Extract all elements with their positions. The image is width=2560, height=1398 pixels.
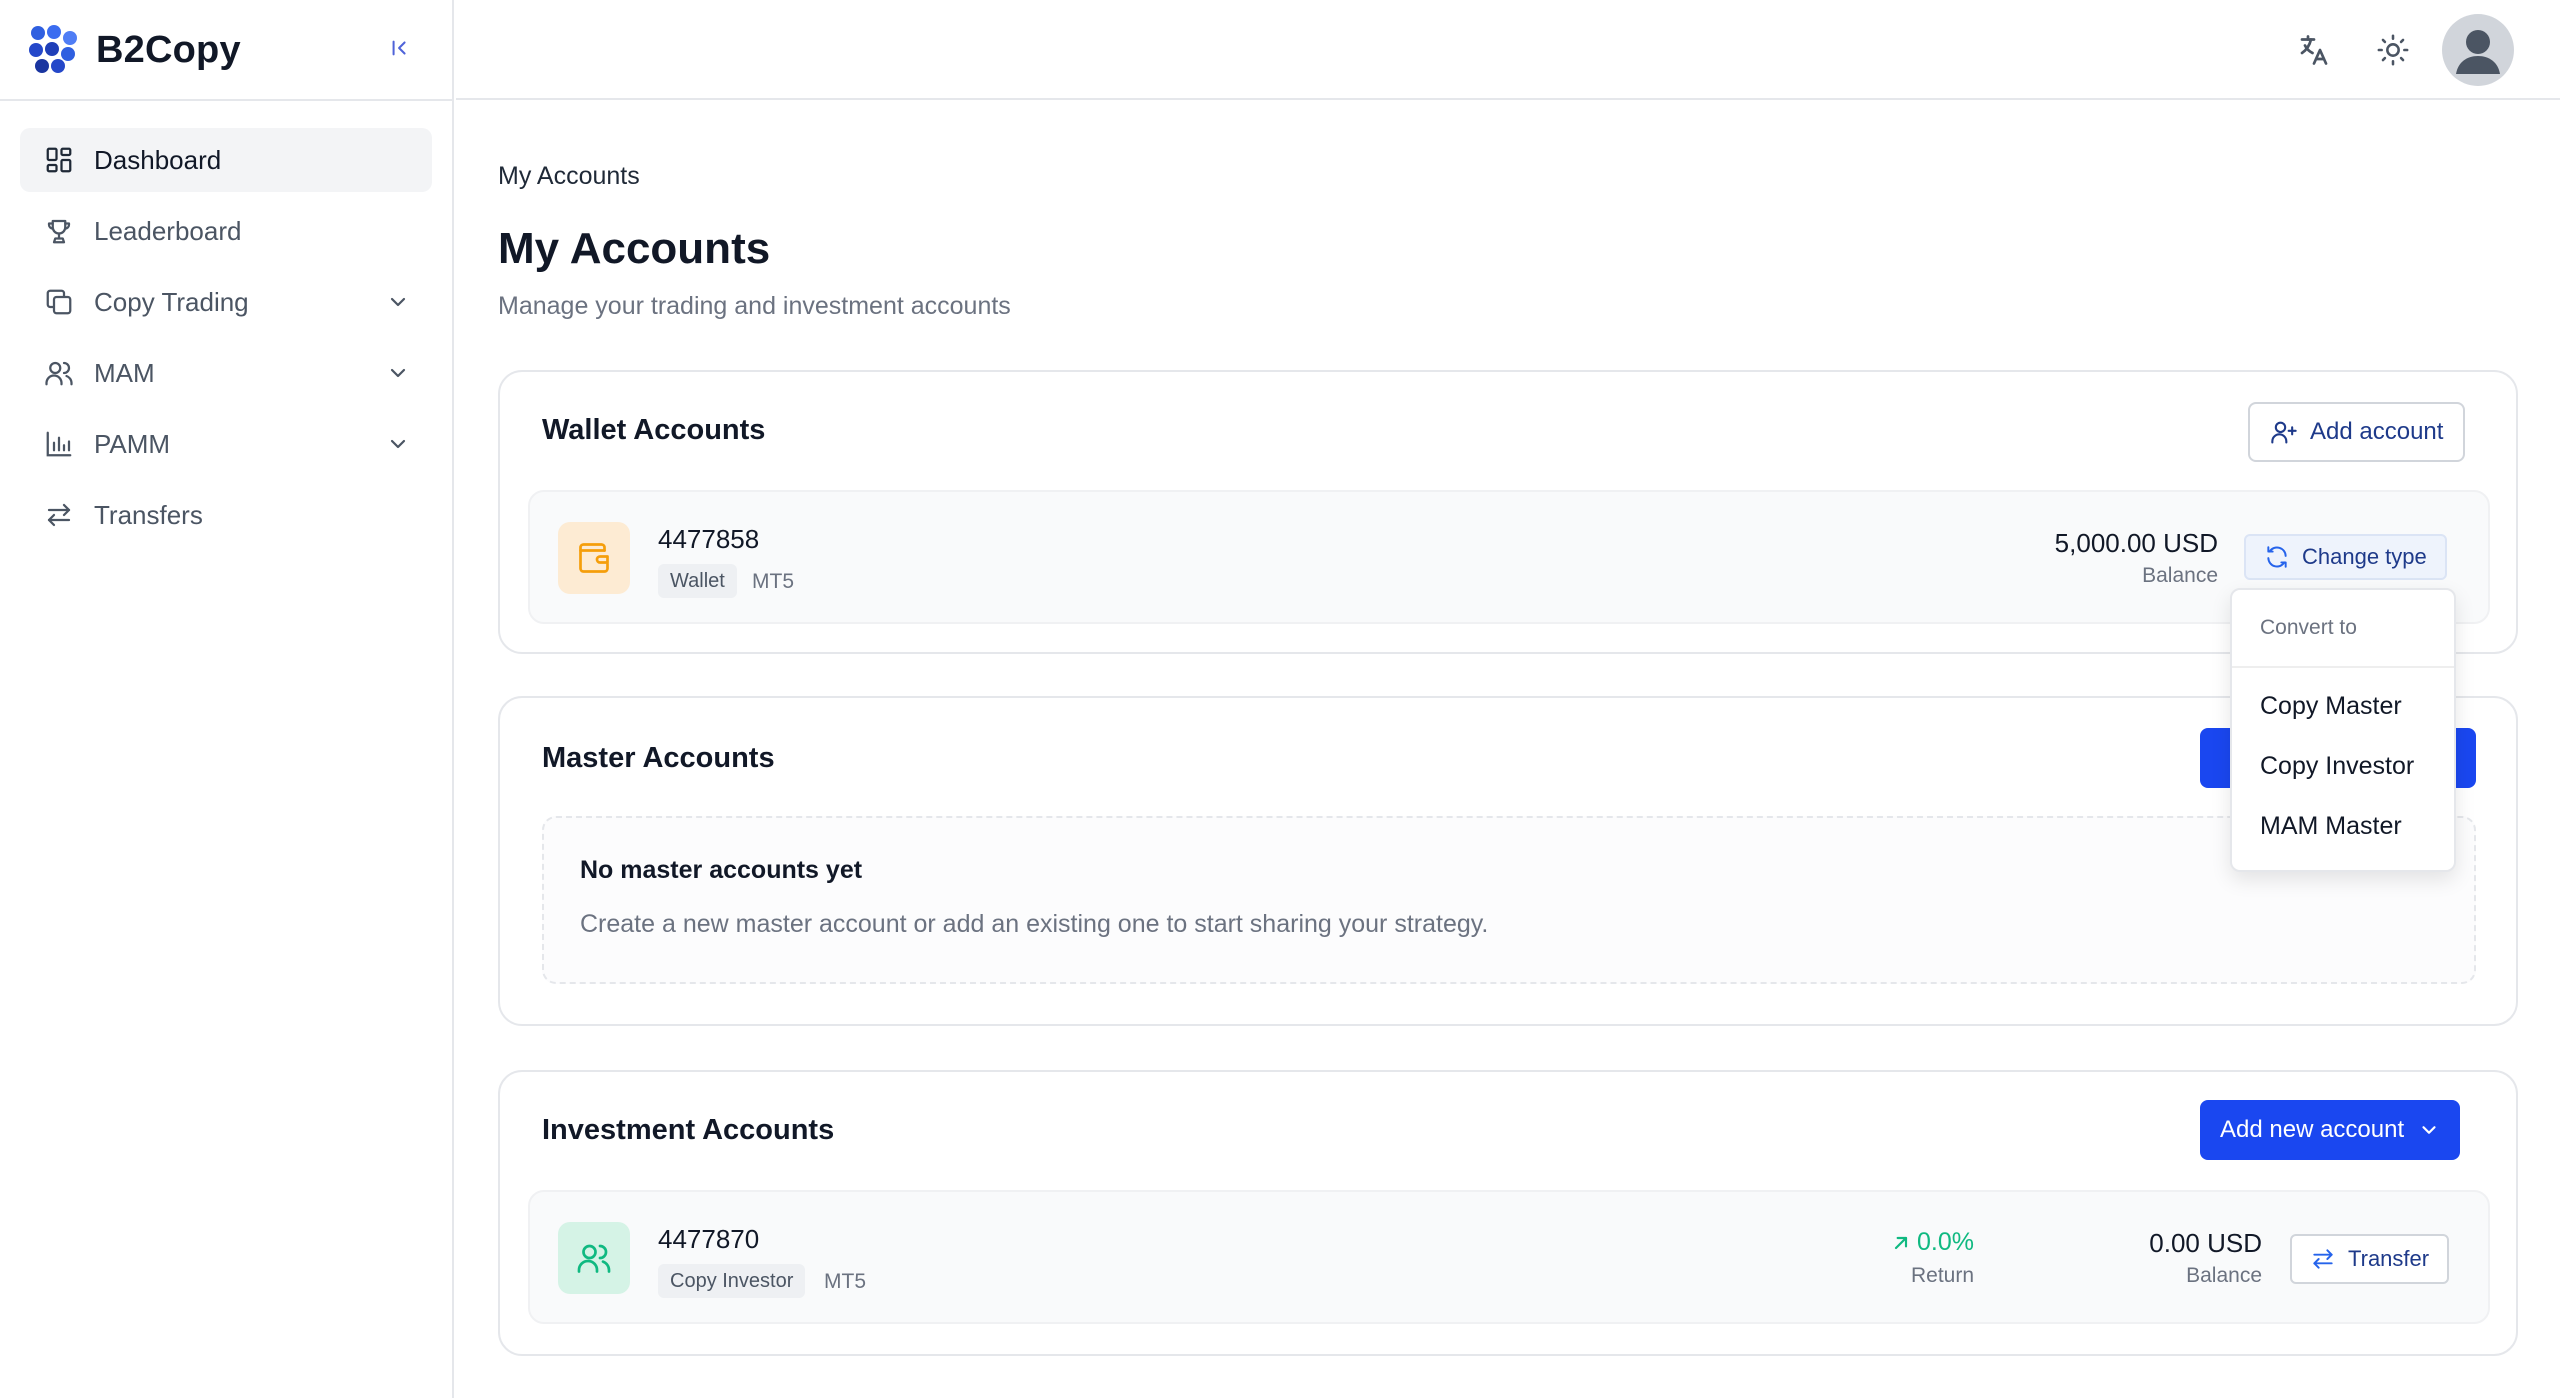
copy-icon	[42, 285, 76, 319]
account-return: 0.0%	[1891, 1228, 1974, 1257]
wallet-accounts-card: Wallet Accounts Add account 4477858 Wall…	[498, 370, 2518, 654]
add-account-label: Add account	[2310, 418, 2444, 445]
change-type-label: Change type	[2302, 544, 2427, 569]
app-name: B2Copy	[96, 28, 241, 71]
chevron-down-icon	[2422, 1126, 2436, 1134]
sidebar-item-label: Leaderboard	[94, 215, 242, 246]
page-subtitle: Manage your trading and investment accou…	[498, 292, 1011, 320]
dashboard-icon	[42, 143, 76, 177]
sidebar-item-label: Dashboard	[94, 144, 222, 175]
dropdown-divider	[2232, 666, 2454, 668]
account-type-badge: Wallet	[658, 564, 737, 598]
breadcrumb[interactable]: My Accounts	[498, 162, 640, 191]
add-account-button[interactable]: Add account	[2248, 402, 2466, 462]
users-icon	[42, 356, 76, 390]
users-icon	[558, 1222, 630, 1294]
account-number: 4477870	[658, 1224, 760, 1254]
sidebar-item-copy-trading[interactable]: Copy Trading	[20, 270, 432, 334]
investment-accounts-title: Investment Accounts	[542, 1114, 835, 1146]
return-label: Return	[1910, 1264, 1974, 1287]
arrows-left-right-icon	[2313, 1249, 2333, 1269]
brand[interactable]: B2Copy	[28, 22, 241, 78]
account-platform: MT5	[824, 1270, 866, 1293]
arrow-up-right-icon	[1894, 1236, 1908, 1249]
master-empty-state: No master accounts yet Create a new mast…	[542, 816, 2476, 984]
dropdown-option-copy-master[interactable]: Copy Master	[2260, 692, 2402, 721]
dropdown-option-copy-investor[interactable]: Copy Investor	[2260, 752, 2414, 781]
page-title: My Accounts	[498, 224, 771, 273]
arrows-left-right-icon	[42, 498, 76, 532]
chevron-down-icon[interactable]	[386, 290, 410, 314]
empty-state-title: No master accounts yet	[580, 856, 863, 884]
collapse-sidebar-icon[interactable]	[384, 32, 416, 64]
empty-state-text: Create a new master account or add an ex…	[580, 910, 1489, 938]
sidebar-item-pamm[interactable]: PAMM	[20, 412, 432, 476]
sidebar: B2Copy Dashboard Leaderboard Copy Tradin…	[0, 0, 454, 1398]
chevron-down-icon[interactable]	[386, 361, 410, 385]
master-accounts-title: Master Accounts	[542, 742, 775, 774]
transfer-button[interactable]: Transfer	[2290, 1234, 2450, 1284]
sidebar-item-leaderboard[interactable]: Leaderboard	[20, 199, 432, 263]
sidebar-item-label: PAMM	[94, 428, 171, 459]
account-balance: 5,000.00 USD	[2054, 528, 2218, 558]
sidebar-item-transfers[interactable]: Transfers	[20, 483, 432, 547]
user-plus-icon	[2271, 421, 2297, 444]
account-platform: MT5	[752, 570, 794, 593]
avatar[interactable]	[2442, 14, 2514, 86]
add-new-account-label: Add new account	[2220, 1116, 2405, 1143]
sidebar-nav: Dashboard Leaderboard Copy Trading MAM P…	[20, 128, 432, 554]
dropdown-header: Convert to	[2260, 616, 2357, 639]
sidebar-item-label: Copy Trading	[94, 286, 249, 317]
return-value: 0.0%	[1917, 1228, 1974, 1256]
dropdown-option-mam-master[interactable]: MAM Master	[2260, 812, 2402, 841]
add-new-account-button[interactable]: Add new account	[2200, 1100, 2461, 1160]
balance-label: Balance	[2186, 1264, 2262, 1287]
change-type-button[interactable]: Change type	[2244, 534, 2447, 580]
master-accounts-card: Master Accounts No master accounts yet C…	[498, 696, 2518, 1026]
logo-icon	[29, 25, 77, 73]
bar-chart-icon	[42, 427, 76, 461]
sidebar-divider	[0, 99, 454, 101]
investment-accounts-card: Investment Accounts Add new account 4477…	[498, 1070, 2518, 1356]
chevron-down-icon[interactable]	[386, 432, 410, 456]
account-number: 4477858	[658, 524, 760, 554]
transfer-label: Transfer	[2348, 1246, 2430, 1271]
account-type-badge: Copy Investor	[658, 1264, 806, 1298]
sidebar-item-mam[interactable]: MAM	[20, 341, 432, 405]
wallet-account-row[interactable]: 4477858 Wallet MT5 5,000.00 USD Balance …	[528, 490, 2490, 624]
sidebar-item-label: MAM	[94, 357, 155, 388]
wallet-icon	[558, 522, 630, 594]
investment-account-row[interactable]: 4477870 Copy Investor MT5 0.0% Return 0.…	[528, 1190, 2490, 1324]
top-bar	[456, 0, 2560, 100]
trophy-icon	[42, 214, 76, 248]
wallet-accounts-title: Wallet Accounts	[542, 414, 766, 446]
account-balance: 0.00 USD	[2149, 1228, 2262, 1258]
translate-icon[interactable]	[2294, 30, 2334, 70]
sidebar-item-label: Transfers	[94, 499, 203, 530]
sidebar-item-dashboard[interactable]: Dashboard	[20, 128, 432, 192]
refresh-icon	[2267, 546, 2287, 568]
sun-icon[interactable]	[2373, 30, 2413, 70]
balance-label: Balance	[2142, 564, 2218, 587]
convert-to-dropdown: Convert to Copy Master Copy Investor MAM…	[2230, 588, 2456, 872]
